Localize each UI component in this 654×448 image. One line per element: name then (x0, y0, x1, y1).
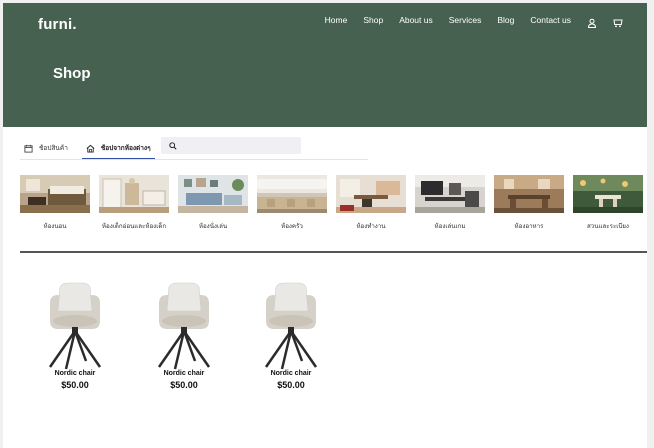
nav-contact[interactable]: Contact us (530, 15, 571, 25)
section-divider (20, 251, 647, 253)
home-icon (86, 144, 95, 153)
page-frame: furni. Home Shop About us Services Blog … (3, 3, 647, 448)
product-price: $50.00 (61, 380, 89, 390)
room-label: ห้องอาหาร (514, 223, 544, 230)
nav-about[interactable]: About us (399, 15, 433, 25)
room-office[interactable]: ห้องทำงาน (336, 175, 406, 231)
brand-logo[interactable]: furni. (38, 16, 77, 33)
chair-image (157, 282, 211, 370)
chair-image (48, 282, 102, 370)
tab-shop-products[interactable]: ช้อปสินค้า (20, 136, 72, 160)
room-label: ห้องครัว (281, 223, 303, 230)
tab-label: ช้อปสินค้า (39, 145, 68, 152)
bedroom-photo (20, 175, 90, 213)
search-input[interactable] (182, 142, 292, 149)
search-icon (169, 141, 177, 150)
product-price: $50.00 (277, 380, 305, 390)
product-name: Nordic chair (54, 370, 96, 377)
nav-services[interactable]: Services (449, 15, 482, 25)
product-card[interactable]: Nordic chair $50.00 (35, 281, 115, 390)
nav-shop[interactable]: Shop (363, 15, 383, 25)
dining-room-photo (494, 175, 564, 213)
product-card[interactable]: Nordic chair $50.00 (251, 281, 331, 390)
room-gaming[interactable]: ห้องเล่นเกม (415, 175, 485, 231)
nav-blog[interactable]: Blog (497, 15, 514, 25)
kitchen-photo (257, 175, 327, 213)
product-name: Nordic chair (270, 370, 312, 377)
shop-tabs: ช้อปสินค้า ช้อปจากห้องต่างๆ (20, 136, 165, 160)
game-room-photo (415, 175, 485, 213)
search-box[interactable] (161, 137, 301, 154)
page-title: Shop (53, 65, 91, 82)
room-label: สวนและระเบียง (587, 223, 629, 230)
room-bedroom[interactable]: ห้องนอน (20, 175, 90, 231)
user-icon[interactable] (587, 15, 597, 28)
tab-label: ช้อปจากห้องต่างๆ (100, 145, 151, 152)
product-name: Nordic chair (163, 370, 205, 377)
room-kids[interactable]: ห้องเด็กอ่อนและห้องเด็ก (99, 175, 169, 231)
hero-header: furni. Home Shop About us Services Blog … (3, 3, 647, 127)
chair-image (264, 282, 318, 370)
room-kitchen[interactable]: ห้องครัว (257, 175, 327, 231)
room-living[interactable]: ห้องนั่งเล่น (178, 175, 248, 231)
product-card[interactable]: Nordic chair $50.00 (144, 281, 224, 390)
tab-shop-by-room[interactable]: ช้อปจากห้องต่างๆ (81, 136, 155, 160)
main-nav: Home Shop About us Services Blog Contact… (309, 15, 623, 28)
room-garden[interactable]: สวนและระเบียง (573, 175, 643, 231)
garden-photo (573, 175, 643, 213)
tabs-divider (20, 159, 368, 160)
room-categories: ห้องนอน ห้องเด็กอ่อนและห้องเด็ก ห้องนั่ง… (20, 175, 647, 235)
office-photo (336, 175, 406, 213)
room-label: ห้องเด็กอ่อนและห้องเด็ก (101, 223, 167, 230)
room-label: ห้องนอน (43, 223, 67, 230)
living-room-photo (178, 175, 248, 213)
room-label: ห้องเล่นเกม (434, 223, 466, 230)
product-price: $50.00 (170, 380, 198, 390)
room-dining[interactable]: ห้องอาหาร (494, 175, 564, 231)
calendar-icon (24, 144, 33, 153)
kids-room-photo (99, 175, 169, 213)
cart-icon[interactable] (613, 15, 623, 28)
room-label: ห้องทำงาน (356, 223, 386, 230)
room-label: ห้องนั่งเล่น (198, 223, 228, 230)
nav-home[interactable]: Home (325, 15, 348, 25)
